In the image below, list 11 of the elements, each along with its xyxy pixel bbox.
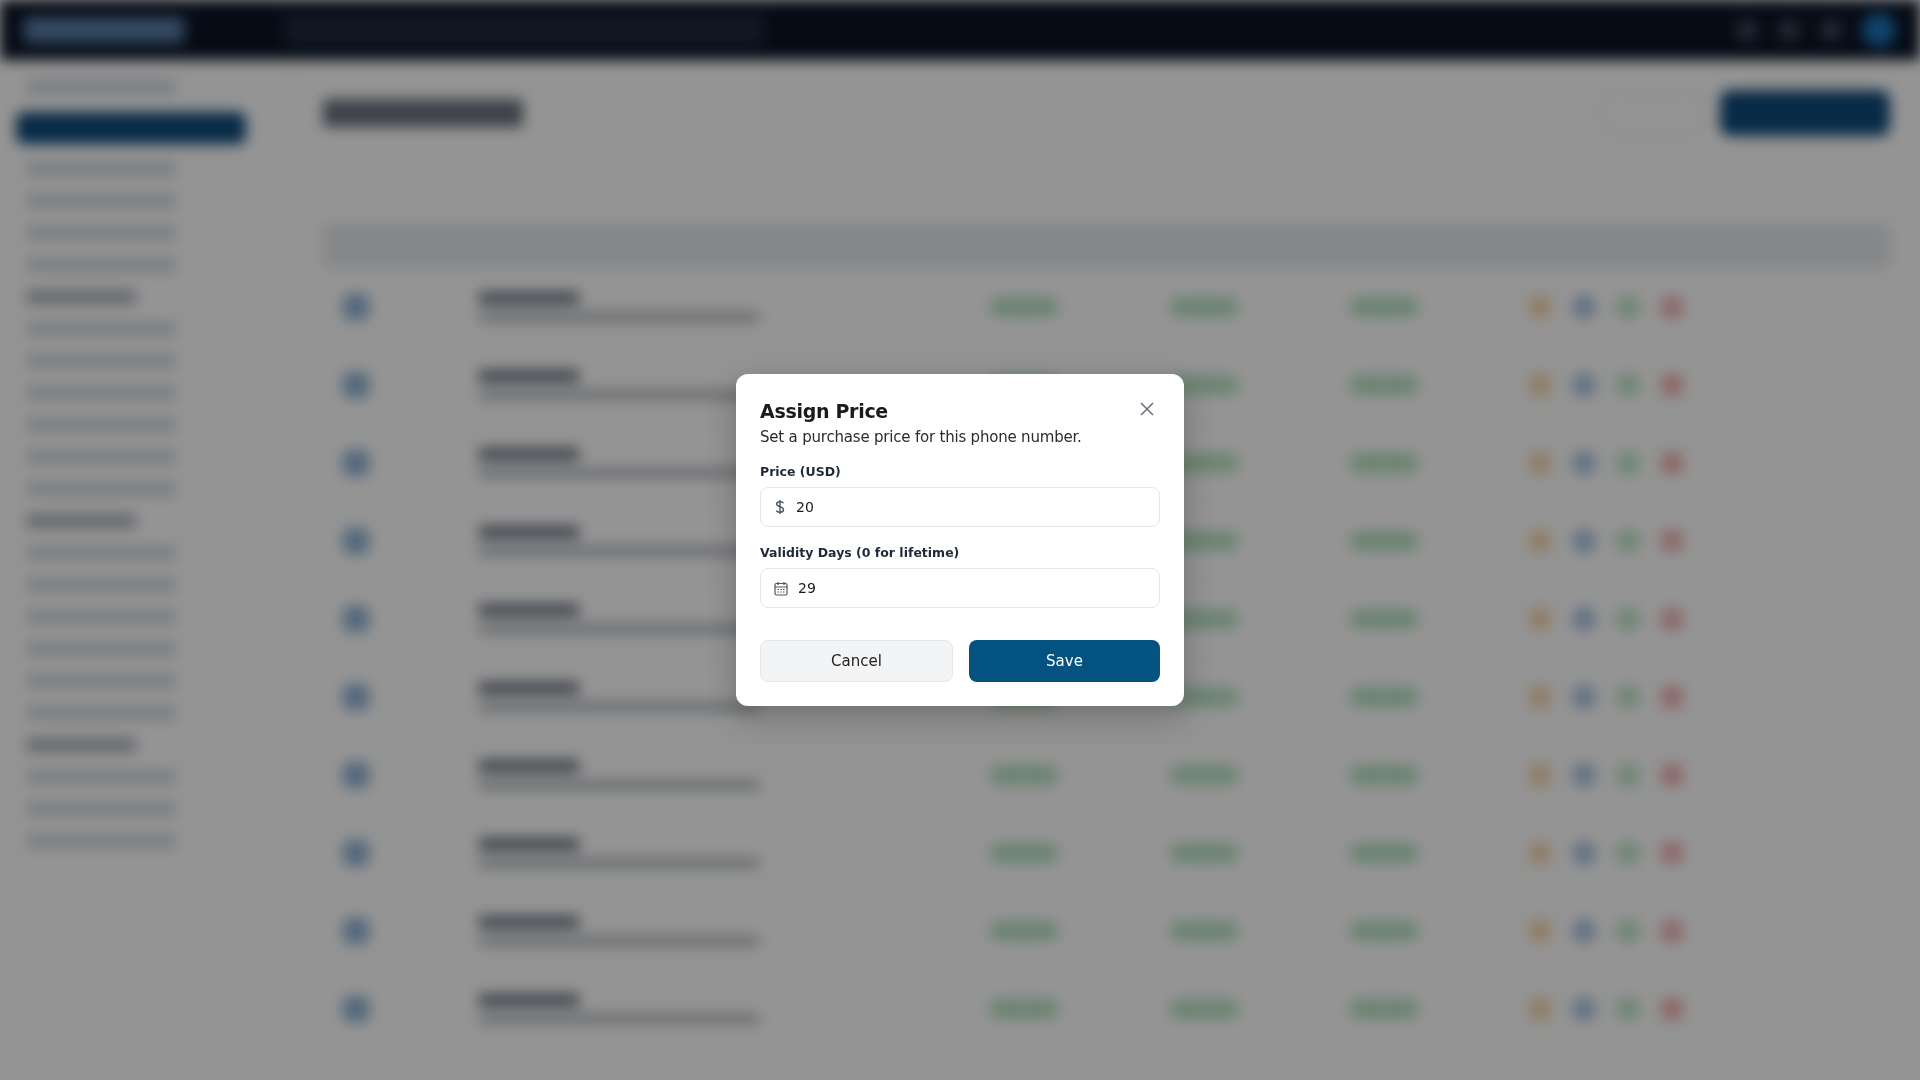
- calendar-icon: [774, 580, 788, 596]
- input-field[interactable]: 20: [760, 487, 1160, 527]
- close-icon[interactable]: [1140, 402, 1154, 416]
- dollar-icon: [774, 499, 786, 515]
- input-field[interactable]: 29: [760, 568, 1160, 608]
- cancel-button[interactable]: Cancel: [760, 640, 953, 682]
- save-button[interactable]: Save: [969, 640, 1160, 682]
- dialog-description: Set a purchase price for this phone number.: [760, 428, 1083, 446]
- field-label: Price (USD): [760, 464, 842, 479]
- dialog-title: Assign Price: [760, 400, 888, 422]
- field-label: Validity Days (0 for lifetime): [760, 545, 961, 560]
